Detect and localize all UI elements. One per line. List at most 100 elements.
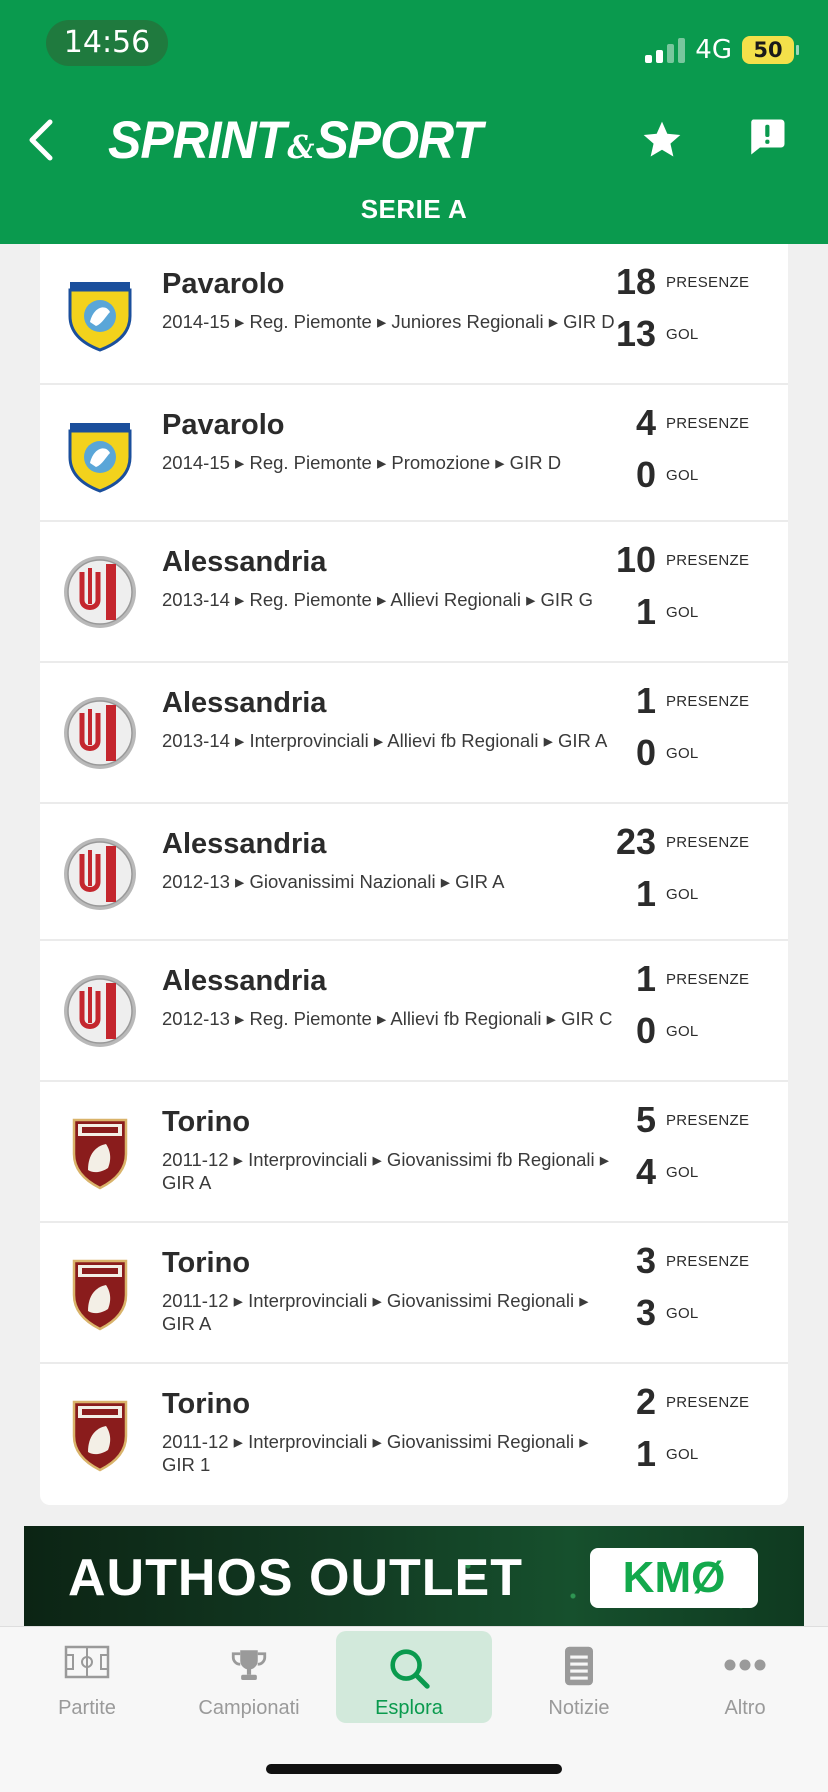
- gol-value: 13: [615, 313, 656, 354]
- tab-label: Campionati: [198, 1697, 300, 1719]
- career-row[interactable]: Alessandria 2012-13 ▸ Reg. Piemonte ▸ Al…: [40, 941, 788, 1082]
- search-icon: [326, 1645, 492, 1689]
- banner-brand: KMØ: [590, 1548, 758, 1608]
- gol-label: GOL: [666, 604, 699, 621]
- season-path: 2011-12 ▸ Interprovinciali ▸ Giovanissim…: [162, 1290, 589, 1334]
- report-icon: [751, 119, 785, 155]
- career-row[interactable]: Alessandria 2013-14 ▸ Interprovinciali ▸…: [40, 663, 788, 804]
- ad-banner[interactable]: AUTHOS OUTLET KMØ: [24, 1526, 804, 1626]
- gol-value: 0: [635, 732, 656, 773]
- career-row[interactable]: Torino 2011-12 ▸ Interprovinciali ▸ Giov…: [40, 1364, 788, 1505]
- gol-label: GOL: [666, 886, 699, 903]
- gol-label: GOL: [666, 1305, 699, 1322]
- tab-notizie[interactable]: Notizie: [496, 1627, 662, 1727]
- pitch-icon: [4, 1645, 170, 1689]
- tab-partite[interactable]: Partite: [4, 1627, 170, 1727]
- presenze-value: 23: [615, 821, 656, 862]
- career-row[interactable]: Pavarolo 2014-15 ▸ Reg. Piemonte ▸ Junio…: [40, 244, 788, 385]
- home-indicator: [266, 1764, 562, 1774]
- career-row[interactable]: Torino 2011-12 ▸ Interprovinciali ▸ Giov…: [40, 1082, 788, 1223]
- alessandria-logo-icon: [62, 973, 138, 1049]
- presenze-label: PRESENZE: [666, 552, 750, 569]
- club-name: Torino: [162, 1247, 251, 1279]
- alessandria-logo-icon: [62, 554, 138, 630]
- gol-label: GOL: [666, 1023, 699, 1040]
- presenze-label: PRESENZE: [666, 274, 750, 291]
- gol-label: GOL: [666, 745, 699, 762]
- gol-stat: 0 GOL: [598, 731, 768, 775]
- alessandria-logo-icon: [62, 836, 138, 912]
- tab-campionati[interactable]: Campionati: [166, 1627, 332, 1727]
- gol-stat: 13 GOL: [598, 312, 768, 356]
- news-icon: [496, 1645, 662, 1689]
- tab-altro[interactable]: Altro: [662, 1627, 828, 1727]
- alessandria-logo-icon: [62, 695, 138, 771]
- gol-label: GOL: [666, 1164, 699, 1181]
- tab-label: Esplora: [375, 1697, 443, 1719]
- battery-icon: 50: [742, 36, 799, 64]
- presenze-value: 5: [635, 1099, 656, 1140]
- presenze-stat: 2 PRESENZE: [598, 1380, 768, 1424]
- trophy-icon: [166, 1645, 332, 1689]
- presenze-value: 4: [635, 402, 656, 443]
- presenze-value: 1: [635, 680, 656, 721]
- gol-stat: 1 GOL: [598, 590, 768, 634]
- presenze-label: PRESENZE: [666, 415, 750, 432]
- logo-ampersand: &: [287, 129, 314, 167]
- pavarolo-logo-icon: [62, 417, 138, 493]
- career-row[interactable]: Torino 2011-12 ▸ Interprovinciali ▸ Giov…: [40, 1223, 788, 1364]
- presenze-stat: 1 PRESENZE: [598, 679, 768, 723]
- career-list: Pavarolo 2014-15 ▸ Reg. Piemonte ▸ Junio…: [40, 244, 788, 1505]
- presenze-stat: 23 PRESENZE: [598, 820, 768, 864]
- career-row[interactable]: Alessandria 2012-13 ▸ Giovanissimi Nazio…: [40, 804, 788, 941]
- gol-value: 3: [635, 1292, 656, 1333]
- tab-label: Notizie: [548, 1697, 610, 1719]
- season-path: 2013-14 ▸ Reg. Piemonte ▸ Allievi Region…: [162, 589, 593, 610]
- presenze-label: PRESENZE: [666, 1112, 750, 1129]
- career-row[interactable]: Alessandria 2013-14 ▸ Reg. Piemonte ▸ Al…: [40, 522, 788, 663]
- club-name: Alessandria: [162, 828, 327, 860]
- logo-text-left: SPRINT: [108, 110, 286, 170]
- presenze-value: 18: [615, 261, 656, 302]
- club-name: Torino: [162, 1106, 251, 1138]
- presenze-stat: 18 PRESENZE: [598, 260, 768, 304]
- season-path: 2011-12 ▸ Interprovinciali ▸ Giovanissim…: [162, 1149, 610, 1193]
- status-indicators: 4G 50: [645, 30, 799, 70]
- presenze-stat: 1 PRESENZE: [598, 957, 768, 1001]
- gol-value: 1: [635, 873, 656, 914]
- favorite-button[interactable]: [640, 118, 684, 162]
- tab-label: Altro: [724, 1697, 766, 1719]
- gol-label: GOL: [666, 1446, 699, 1463]
- signal-icon: [645, 37, 686, 63]
- club-name: Pavarolo: [162, 268, 285, 300]
- torino-logo-icon: [62, 1114, 138, 1190]
- gol-stat: 3 GOL: [598, 1291, 768, 1335]
- presenze-stat: 3 PRESENZE: [598, 1239, 768, 1283]
- more-icon: [662, 1645, 828, 1689]
- club-name: Pavarolo: [162, 409, 285, 441]
- back-button[interactable]: [22, 114, 62, 166]
- presenze-label: PRESENZE: [666, 1253, 750, 1270]
- gol-value: 0: [635, 454, 656, 495]
- presenze-value: 10: [615, 539, 656, 580]
- season-path: 2013-14 ▸ Interprovinciali ▸ Allievi fb …: [162, 730, 608, 751]
- tab-label: Partite: [58, 1697, 116, 1719]
- gol-value: 0: [635, 1010, 656, 1051]
- gol-stat: 1 GOL: [598, 1432, 768, 1476]
- presenze-label: PRESENZE: [666, 693, 750, 710]
- season-path: 2011-12 ▸ Interprovinciali ▸ Giovanissim…: [162, 1431, 589, 1475]
- tab-esplora[interactable]: Esplora: [326, 1627, 492, 1727]
- gol-stat: 4 GOL: [598, 1150, 768, 1194]
- page-subtitle: SERIE A: [360, 194, 468, 224]
- sprint-sport-logo: SPRINT&SPORT: [108, 109, 483, 172]
- club-name: Alessandria: [162, 546, 327, 578]
- status-time: 14:56: [46, 20, 168, 66]
- season-path: 2012-13 ▸ Reg. Piemonte ▸ Allievi fb Reg…: [162, 1008, 613, 1029]
- career-row[interactable]: Pavarolo 2014-15 ▸ Reg. Piemonte ▸ Promo…: [40, 385, 788, 522]
- club-name: Alessandria: [162, 965, 327, 997]
- report-button[interactable]: [746, 116, 788, 158]
- logo-text-right: SPORT: [315, 110, 482, 170]
- club-name: Alessandria: [162, 687, 327, 719]
- presenze-stat: 4 PRESENZE: [598, 401, 768, 445]
- gol-value: 4: [635, 1151, 656, 1192]
